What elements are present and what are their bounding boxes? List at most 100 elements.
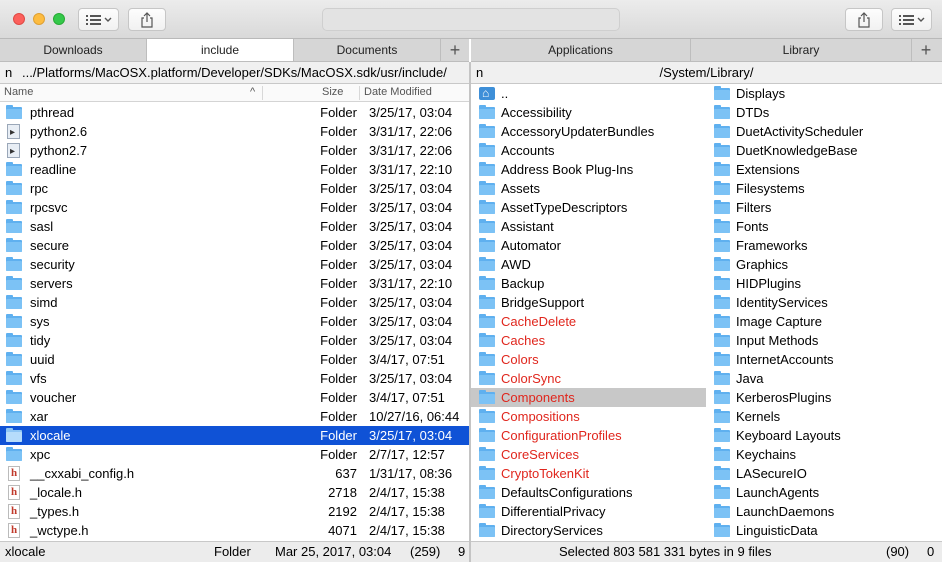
folder-row[interactable]: AssetTypeDescriptors (471, 198, 706, 217)
folder-row[interactable]: ColorSync (471, 369, 706, 388)
tab-include[interactable]: include (147, 39, 294, 61)
folder-row[interactable]: LASecureIO (706, 464, 942, 483)
file-row[interactable]: voucher Folder 3/4/17, 07:51 (0, 388, 469, 407)
file-row[interactable]: rpc Folder 3/25/17, 03:04 (0, 179, 469, 198)
column-date-header[interactable]: Date Modified (364, 86, 432, 98)
file-row[interactable]: xpc Folder 2/7/17, 12:57 (0, 445, 469, 464)
folder-row[interactable]: CacheDelete (471, 312, 706, 331)
folder-row[interactable]: Image Capture (706, 312, 942, 331)
file-size: Folder (320, 352, 357, 367)
right-add-tab-button[interactable]: + (912, 39, 940, 61)
folder-row[interactable]: Input Methods (706, 331, 942, 350)
file-name: rpcsvc (30, 200, 68, 215)
left-file-list[interactable]: pthread Folder 3/25/17, 03:04 python2.6 Fold… (0, 103, 469, 541)
folder-row[interactable]: Kernels (706, 407, 942, 426)
folder-row[interactable]: DTDs (706, 103, 942, 122)
folder-row[interactable]: Displays (706, 84, 942, 103)
file-row[interactable]: pthread Folder 3/25/17, 03:04 (0, 103, 469, 122)
file-row[interactable]: python2.6 Folder 3/31/17, 22:06 (0, 122, 469, 142)
column-size-header[interactable]: Size (322, 86, 343, 98)
tab-documents[interactable]: Documents (294, 39, 441, 61)
folder-row[interactable]: LaunchAgents (706, 483, 942, 502)
folder-row[interactable]: DirectoryServices (471, 521, 706, 540)
folder-row[interactable]: InternetAccounts (706, 350, 942, 369)
left-add-tab-button[interactable]: + (441, 39, 469, 61)
file-row[interactable]: xlocale Folder 3/25/17, 03:04 (0, 426, 469, 445)
folder-row[interactable]: ConfigurationProfiles (471, 426, 706, 445)
file-row[interactable]: xar Folder 10/27/16, 06:44 (0, 407, 469, 426)
file-row[interactable]: sys Folder 3/25/17, 03:04 (0, 312, 469, 331)
left-view-mode-button[interactable] (78, 8, 119, 31)
tab-applications[interactable]: Applications (471, 39, 691, 61)
file-row[interactable]: uuid Folder 3/4/17, 07:51 (0, 350, 469, 369)
folder-row[interactable]: Caches (471, 331, 706, 350)
right-file-list[interactable]: .. Accessibility AccessoryUpdaterBundles Ac… (471, 84, 942, 541)
folder-row[interactable]: Backup (471, 274, 706, 293)
file-row[interactable]: _types.h 2192 2/4/17, 15:38 (0, 502, 469, 521)
toolbar-center-field[interactable] (322, 8, 620, 31)
file-row[interactable]: __cxxabi_config.h 637 1/31/17, 08:36 (0, 464, 469, 483)
folder-row[interactable]: Extensions (706, 160, 942, 179)
right-share-button[interactable] (845, 8, 883, 31)
file-date: 3/25/17, 03:04 (369, 181, 453, 196)
folder-row[interactable]: Keyboard Layouts (706, 426, 942, 445)
file-row[interactable]: servers Folder 3/31/17, 22:10 (0, 274, 469, 293)
left-share-button[interactable] (128, 8, 166, 31)
folder-row[interactable]: IdentityServices (706, 293, 942, 312)
folder-row[interactable]: LaunchDaemons (706, 502, 942, 521)
file-row[interactable]: _locale.h 2718 2/4/17, 15:38 (0, 483, 469, 502)
file-name: rpc (30, 181, 49, 196)
folder-row[interactable]: BridgeSupport (471, 293, 706, 312)
folder-row[interactable]: Fonts (706, 217, 942, 236)
folder-row[interactable]: Graphics (706, 255, 942, 274)
folder-row[interactable]: LinguisticData (706, 521, 942, 540)
column-separator[interactable] (359, 86, 360, 100)
folder-row[interactable]: CryptoTokenKit (471, 464, 706, 483)
file-row[interactable]: rpcsvc Folder 3/25/17, 03:04 (0, 198, 469, 217)
folder-icon (479, 124, 495, 138)
folder-row[interactable]: Accounts (471, 141, 706, 160)
file-row[interactable]: readline Folder 3/31/17, 22:10 (0, 160, 469, 179)
folder-row[interactable]: Frameworks (706, 236, 942, 255)
tab-library[interactable]: Library (691, 39, 912, 61)
folder-row[interactable]: KerberosPlugins (706, 388, 942, 407)
folder-row[interactable]: Java (706, 369, 942, 388)
left-path-bar[interactable]: n .../Platforms/MacOSX.platform/Develope… (0, 62, 469, 84)
file-row[interactable]: vfs Folder 3/25/17, 03:04 (0, 369, 469, 388)
folder-row[interactable]: Compositions (471, 407, 706, 426)
folder-row[interactable]: DifferentialPrivacy (471, 502, 706, 521)
file-row[interactable]: simd Folder 3/25/17, 03:04 (0, 293, 469, 312)
folder-row[interactable]: HIDPlugins (706, 274, 942, 293)
folder-row[interactable]: Filters (706, 198, 942, 217)
tab-downloads[interactable]: Downloads (0, 39, 147, 61)
file-row[interactable]: sasl Folder 3/25/17, 03:04 (0, 217, 469, 236)
file-row[interactable]: secure Folder 3/25/17, 03:04 (0, 236, 469, 255)
file-row[interactable]: tidy Folder 3/25/17, 03:04 (0, 331, 469, 350)
folder-row[interactable]: Assets (471, 179, 706, 198)
column-name-header[interactable]: Name (4, 86, 33, 98)
folder-row[interactable]: Assistant (471, 217, 706, 236)
right-path-bar[interactable]: n /System/Library/ (471, 62, 942, 84)
file-row[interactable]: security Folder 3/25/17, 03:04 (0, 255, 469, 274)
folder-row[interactable]: Colors (471, 350, 706, 369)
folder-row[interactable]: Accessibility (471, 103, 706, 122)
file-row[interactable]: python2.7 Folder 3/31/17, 22:06 (0, 141, 469, 161)
zoom-window-button[interactable] (53, 13, 65, 25)
folder-row[interactable]: DefaultsConfigurations (471, 483, 706, 502)
folder-row[interactable]: DuetKnowledgeBase (706, 141, 942, 160)
folder-row[interactable]: AccessoryUpdaterBundles (471, 122, 706, 141)
close-window-button[interactable] (13, 13, 25, 25)
folder-row[interactable]: Address Book Plug-Ins (471, 160, 706, 179)
folder-row[interactable]: Keychains (706, 445, 942, 464)
file-row[interactable]: _wctype.h 4071 2/4/17, 15:38 (0, 521, 469, 540)
folder-row[interactable]: Automator (471, 236, 706, 255)
column-separator[interactable] (262, 86, 263, 100)
right-view-mode-button[interactable] (891, 8, 932, 31)
minimize-window-button[interactable] (33, 13, 45, 25)
folder-row[interactable]: DuetActivityScheduler (706, 122, 942, 141)
folder-row[interactable]: .. (471, 84, 706, 103)
folder-row[interactable]: CoreServices (471, 445, 706, 464)
folder-row[interactable]: AWD (471, 255, 706, 274)
folder-row[interactable]: Filesystems (706, 179, 942, 198)
folder-row[interactable]: Components (471, 388, 706, 407)
